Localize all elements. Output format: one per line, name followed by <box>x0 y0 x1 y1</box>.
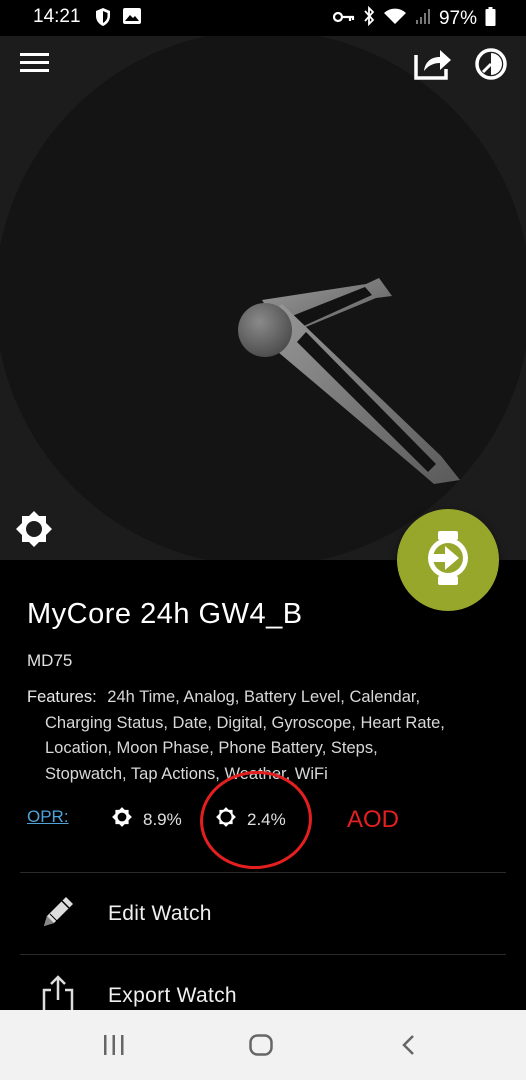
watch-title: MyCore 24h GW4_B <box>27 598 303 630</box>
share-icon[interactable] <box>413 45 453 86</box>
image-icon <box>122 7 142 32</box>
signal-icon <box>415 7 431 31</box>
status-time: 14:21 <box>33 6 81 27</box>
battery-percent: 97% <box>438 8 477 29</box>
home-icon[interactable] <box>249 1034 273 1061</box>
sun-icon <box>111 806 133 833</box>
status-left-icons <box>94 7 142 32</box>
watch-preview <box>0 36 526 560</box>
watch-face <box>0 36 526 560</box>
shield-icon <box>94 7 112 32</box>
bluetooth-icon <box>363 5 375 32</box>
opr-row: OPR: 8.9% 2.4% AOD <box>27 766 507 874</box>
menu-icon[interactable] <box>20 52 50 79</box>
export-watch-button[interactable]: Export Watch <box>20 956 506 1010</box>
wifi-icon <box>383 7 407 31</box>
key-icon <box>332 8 355 30</box>
aod-annotation: AOD <box>347 806 400 833</box>
feature-line: 24h Time, Analog, Battery Level, Calenda… <box>107 688 421 706</box>
edit-watch-button[interactable]: Edit Watch <box>20 874 506 954</box>
theme-icon[interactable] <box>474 47 508 86</box>
divider <box>20 954 506 955</box>
edit-watch-label: Edit Watch <box>108 902 212 925</box>
divider <box>20 872 506 873</box>
back-icon[interactable] <box>400 1034 416 1061</box>
feature-line: Charging Status, Date, Digital, Gyroscop… <box>45 713 445 732</box>
features-label: Features: <box>27 688 97 706</box>
navigation-bar <box>0 1010 526 1080</box>
opr-normal-value: 8.9% <box>143 809 182 829</box>
pencil-icon <box>40 894 76 935</box>
status-bar: 14:21 97% <box>0 0 526 36</box>
brightness-icon[interactable] <box>14 509 54 554</box>
center-hub <box>238 303 292 357</box>
export-watch-label: Export Watch <box>108 984 237 1007</box>
watch-model: MD75 <box>27 651 73 670</box>
export-icon <box>40 974 76 1010</box>
feature-line: Location, Moon Phase, Phone Battery, Ste… <box>45 739 378 757</box>
apply-to-watch-button[interactable] <box>397 509 499 611</box>
recent-apps-icon[interactable] <box>102 1035 126 1060</box>
battery-icon <box>485 6 496 32</box>
opr-normal: 8.9% <box>111 806 182 833</box>
opr-link[interactable]: OPR: <box>27 807 69 827</box>
watch-info-section: MyCore 24h GW4_B MD75 Features: 24h Time… <box>0 560 526 1010</box>
watch-apply-icon <box>419 529 477 592</box>
status-right: 97% <box>332 5 496 32</box>
